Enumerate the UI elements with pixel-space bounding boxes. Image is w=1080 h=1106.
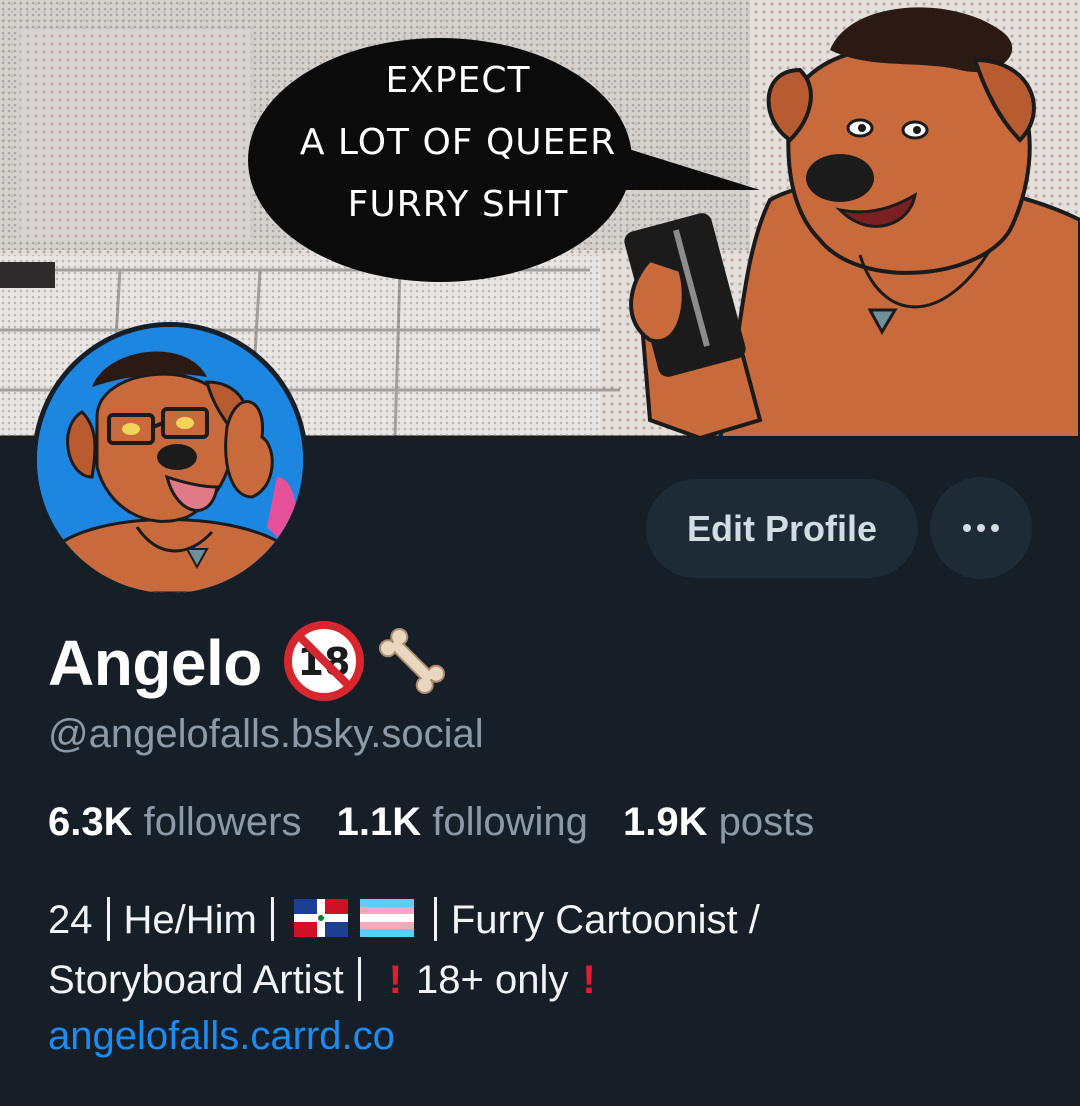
followers-label: followers	[143, 800, 302, 844]
posts-stat: 1.9K posts	[623, 800, 838, 844]
followers-stat[interactable]: 6.3K followers	[48, 800, 337, 844]
bio-link[interactable]: angelofalls.carrd.co	[48, 1014, 395, 1058]
posts-label: posts	[718, 800, 815, 844]
profile-stats: 6.3K followers 1.1K following 1.9K posts	[48, 800, 838, 845]
following-count: 1.1K	[336, 800, 422, 844]
more-options-button[interactable]	[930, 477, 1032, 579]
display-name: Angelo	[48, 627, 262, 699]
exclamation-icon: !	[582, 958, 596, 1002]
bio: 24 He/Him Furry Cartoonist / Storyboard A…	[48, 892, 1048, 1064]
following-stat[interactable]: 1.1K following	[337, 800, 623, 844]
following-label: following	[432, 800, 588, 844]
bio-age-notice: 18+ only	[416, 958, 569, 1002]
posts-count: 1.9K	[623, 800, 708, 844]
handle: @angelofalls.bsky.social	[48, 712, 484, 756]
no-under-18-icon: 18	[282, 619, 366, 708]
avatar[interactable]	[32, 322, 308, 598]
display-name-row: Angelo 18	[48, 620, 452, 706]
divider	[433, 897, 437, 941]
avatar-illustration	[37, 327, 303, 593]
bio-pronouns: He/Him	[123, 898, 257, 942]
exclamation-icon: !	[388, 958, 403, 1002]
bio-age: 24	[48, 898, 93, 942]
divider	[106, 897, 110, 941]
divider	[357, 957, 361, 1001]
speech-bubble-line: EXPECT	[385, 60, 531, 101]
ellipsis-icon	[960, 524, 1002, 532]
speech-bubble-text: EXPECT A LOT OF QUEER FURRY SHIT	[256, 50, 660, 236]
bio-role: Furry Cartoonist /	[450, 898, 760, 942]
divider	[270, 897, 274, 941]
followers-count: 6.3K	[48, 800, 133, 844]
speech-bubble-line: FURRY SHIT	[347, 184, 569, 225]
transgender-flag-icon	[359, 896, 414, 952]
edit-profile-button[interactable]: Edit Profile	[646, 479, 918, 578]
speech-bubble-line: A LOT OF QUEER	[299, 122, 617, 163]
bone-icon	[372, 621, 452, 706]
dominican-republic-flag-icon	[293, 896, 348, 952]
bio-role: Storyboard Artist	[48, 958, 344, 1002]
